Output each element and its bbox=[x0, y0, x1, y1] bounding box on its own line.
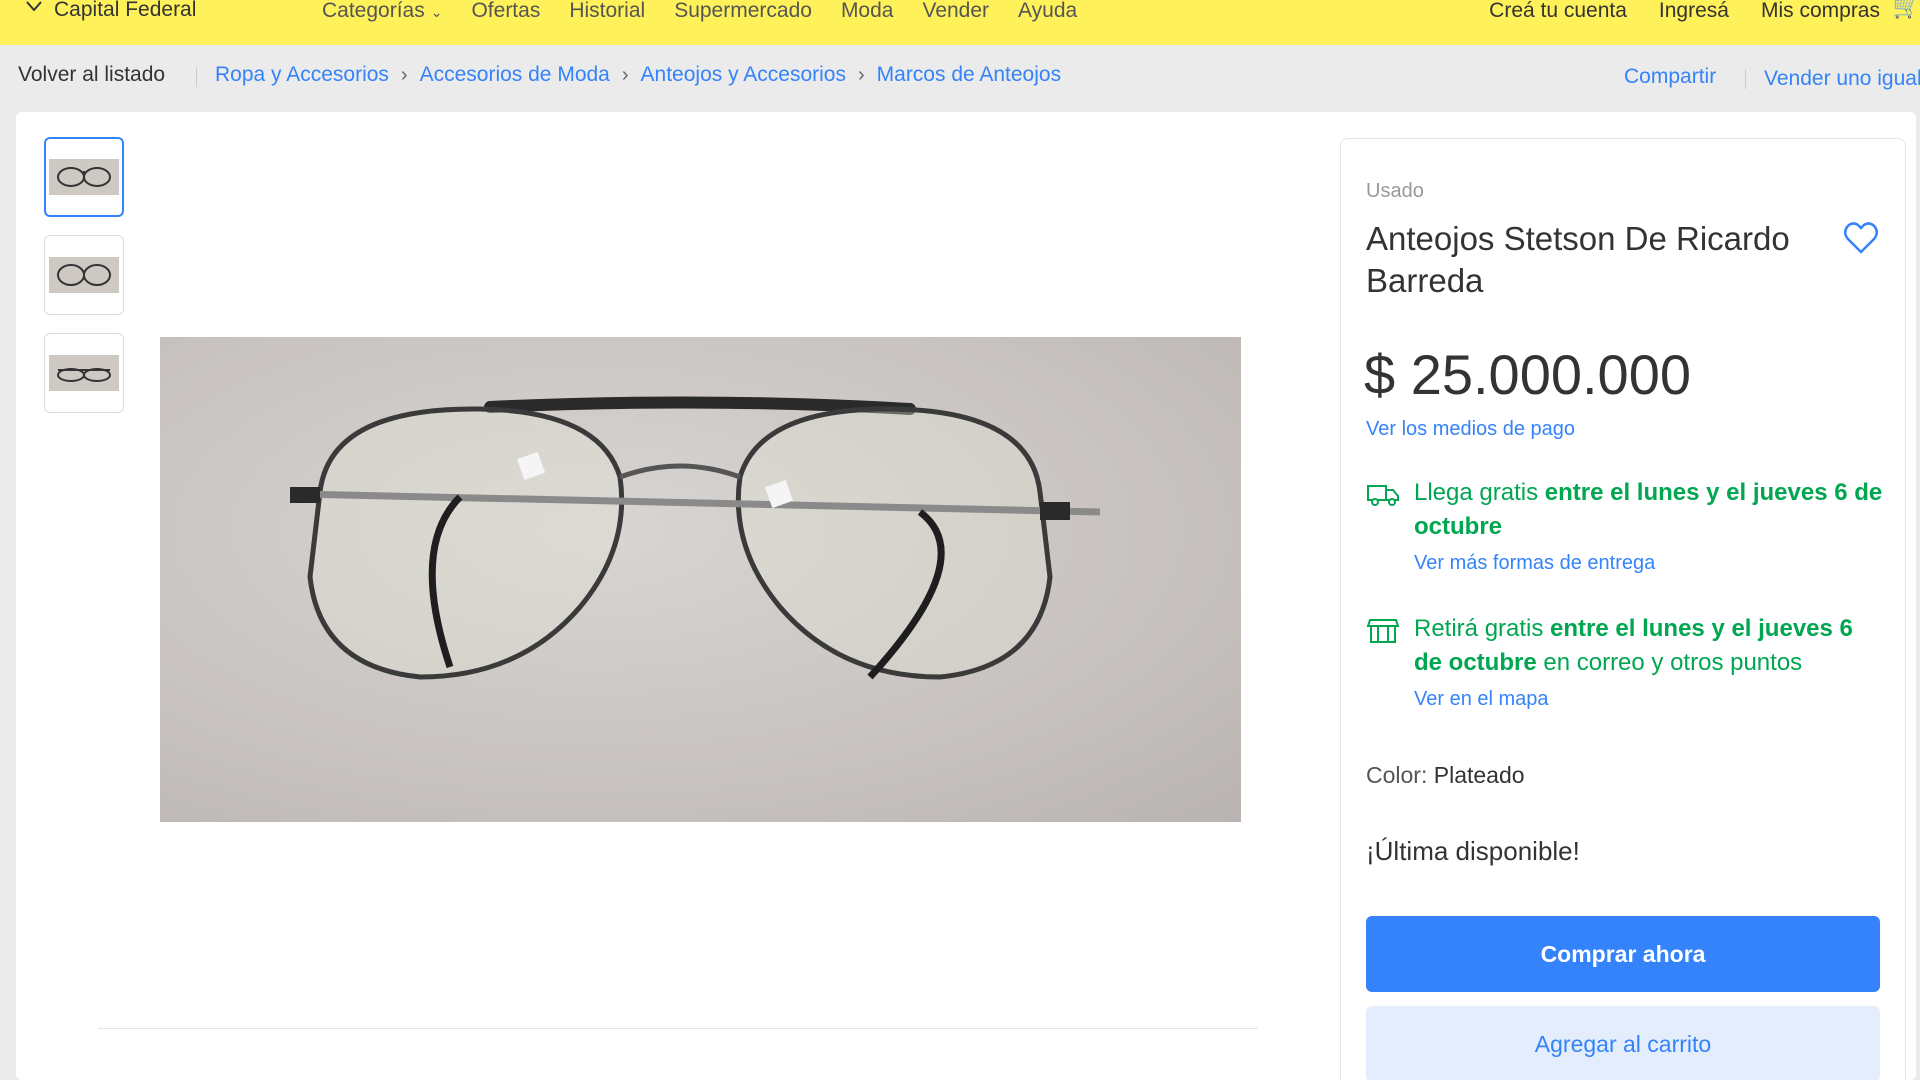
breadcrumb-row: Volver al listado Ropa y Accesorios › Ac… bbox=[0, 45, 1920, 110]
gallery-thumbnail[interactable] bbox=[44, 137, 124, 217]
breadcrumb-item[interactable]: Marcos de Anteojos bbox=[877, 63, 1061, 87]
main-nav: Categorías ⌄ Ofertas Historial Supermerca… bbox=[322, 0, 1077, 23]
heart-icon[interactable] bbox=[1843, 221, 1879, 255]
location-pin-icon bbox=[26, 1, 42, 12]
stock-note: ¡Última disponible! bbox=[1366, 836, 1580, 866]
glasses-thumbnail-image bbox=[49, 355, 119, 391]
glasses-thumbnail-image bbox=[49, 159, 119, 195]
nav-my-purchases[interactable]: Mis compras bbox=[1761, 0, 1880, 22]
nav-moda[interactable]: Moda bbox=[841, 0, 894, 23]
sell-same-link[interactable]: Vender uno igual bbox=[1764, 67, 1920, 91]
pickup-info: Retirá gratis entre el lunes y el jueves… bbox=[1366, 612, 1886, 722]
location-label: Capital Federal bbox=[54, 0, 197, 21]
nav-create-account[interactable]: Creá tu cuenta bbox=[1489, 0, 1627, 22]
cart-icon[interactable]: 🛒 bbox=[1893, 0, 1920, 20]
product-price: $ 25.000.000 bbox=[1364, 343, 1691, 406]
more-delivery-options-link[interactable]: Ver más formas de entrega bbox=[1414, 552, 1655, 575]
divider bbox=[1745, 69, 1746, 89]
nav-historial[interactable]: Historial bbox=[569, 0, 645, 23]
chevron-right-icon: › bbox=[400, 63, 408, 86]
shipping-lead: Llega gratis bbox=[1414, 479, 1539, 506]
add-to-cart-button[interactable]: Agregar al carrito bbox=[1366, 1006, 1880, 1080]
nav-vender[interactable]: Vender bbox=[922, 0, 989, 23]
product-main-image[interactable] bbox=[160, 337, 1241, 822]
breadcrumb-item[interactable]: Accesorios de Moda bbox=[420, 63, 610, 87]
glasses-thumbnail-image bbox=[49, 257, 119, 293]
location-selector[interactable]: Capital Federal bbox=[24, 0, 196, 22]
store-icon bbox=[1366, 619, 1400, 643]
shipping-text: Llega gratis entre el lunes y el jueves … bbox=[1414, 476, 1884, 544]
divider bbox=[196, 67, 197, 87]
view-map-link[interactable]: Ver en el mapa bbox=[1414, 688, 1549, 711]
nav-ofertas[interactable]: Ofertas bbox=[471, 0, 540, 23]
top-header: Capital Federal Categorías ⌄ Ofertas Hist… bbox=[0, 0, 1920, 45]
nav-categorias[interactable]: Categorías ⌄ bbox=[322, 0, 442, 23]
chevron-right-icon: › bbox=[857, 63, 865, 86]
account-nav: Creá tu cuenta Ingresá Mis compras bbox=[1489, 0, 1880, 22]
nav-login[interactable]: Ingresá bbox=[1659, 0, 1729, 22]
section-divider bbox=[98, 1028, 1258, 1029]
product-title: Anteojos Stetson De Ricardo Barreda bbox=[1366, 220, 1790, 299]
product-condition: Usado bbox=[1366, 180, 1424, 202]
pickup-text: Retirá gratis entre el lunes y el jueves… bbox=[1414, 612, 1884, 680]
gallery-thumbnail[interactable] bbox=[44, 235, 124, 315]
chevron-right-icon: › bbox=[621, 63, 629, 86]
back-to-listing-link[interactable]: Volver al listado bbox=[18, 63, 165, 87]
buy-now-button[interactable]: Comprar ahora bbox=[1366, 916, 1880, 992]
pickup-location: en correo y otros puntos bbox=[1543, 649, 1803, 676]
nav-supermercado[interactable]: Supermercado bbox=[674, 0, 812, 23]
shipping-info: Llega gratis entre el lunes y el jueves … bbox=[1366, 476, 1886, 586]
pickup-lead: Retirá gratis bbox=[1414, 615, 1544, 642]
nav-categorias-label: Categorías bbox=[322, 0, 425, 22]
share-link[interactable]: Compartir bbox=[1624, 65, 1716, 89]
nav-ayuda[interactable]: Ayuda bbox=[1018, 0, 1077, 23]
color-attribute: Color: Plateado bbox=[1366, 762, 1525, 789]
breadcrumb-item[interactable]: Ropa y Accesorios bbox=[215, 63, 389, 87]
breadcrumb-item[interactable]: Anteojos y Accesorios bbox=[641, 63, 846, 87]
gallery-thumbnail[interactable] bbox=[44, 333, 124, 413]
truck-icon bbox=[1367, 485, 1399, 506]
color-value: Plateado bbox=[1433, 762, 1525, 788]
color-label: Color: bbox=[1366, 762, 1428, 788]
breadcrumb: Ropa y Accesorios › Accesorios de Moda ›… bbox=[215, 63, 1061, 87]
chevron-down-icon: ⌄ bbox=[430, 4, 443, 20]
payment-methods-link[interactable]: Ver los medios de pago bbox=[1366, 418, 1575, 441]
